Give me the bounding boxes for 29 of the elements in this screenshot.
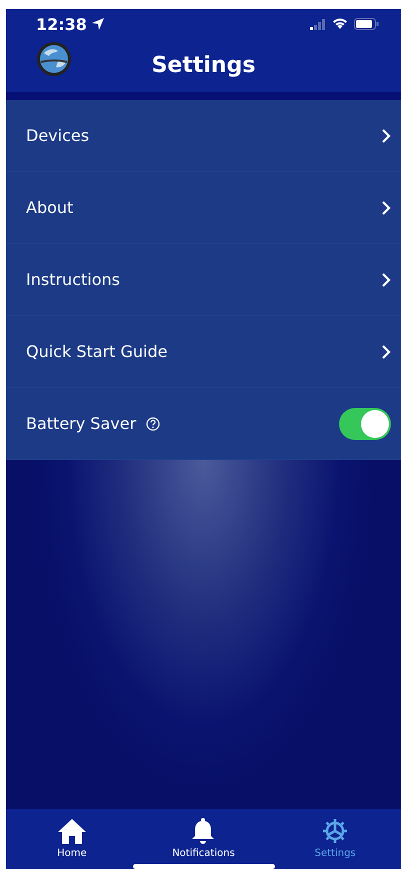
settings-row[interactable]: Instructions	[6, 244, 401, 316]
globe-logo-icon	[36, 41, 72, 77]
settings-row[interactable]: About	[6, 172, 401, 244]
row-label: Battery Saver	[26, 414, 136, 433]
row-label: Instructions	[26, 270, 120, 289]
tab-bar-item[interactable]: Notifications	[148, 817, 258, 859]
chevron-icon	[381, 272, 391, 288]
chevron-icon	[381, 200, 391, 216]
help-icon[interactable]	[146, 416, 160, 430]
bell-icon	[190, 817, 216, 845]
screen-title: Settings	[152, 53, 256, 78]
chevron-icon	[381, 128, 391, 144]
battery-icon	[354, 18, 379, 30]
toggle-switch[interactable]	[339, 408, 391, 440]
chevron-icon	[381, 344, 391, 360]
settings-row[interactable]: Quick Start Guide	[6, 316, 401, 388]
settings-icon	[321, 817, 350, 845]
tab-bar-item[interactable]: Settings	[280, 817, 390, 859]
signal-icon	[310, 18, 326, 30]
home-icon	[56, 817, 87, 845]
row-label: Devices	[26, 126, 90, 145]
settings-row[interactable]: Battery Saver	[6, 388, 401, 460]
status-time: 12:38	[36, 14, 87, 34]
tab-bar-item[interactable]: Home	[16, 817, 127, 859]
wifi-icon	[332, 18, 348, 30]
location-arrow-icon	[90, 17, 105, 31]
row-label: Quick Start Guide	[26, 342, 168, 361]
row-label: About	[26, 198, 74, 217]
settings-row[interactable]: Devices	[6, 100, 401, 172]
